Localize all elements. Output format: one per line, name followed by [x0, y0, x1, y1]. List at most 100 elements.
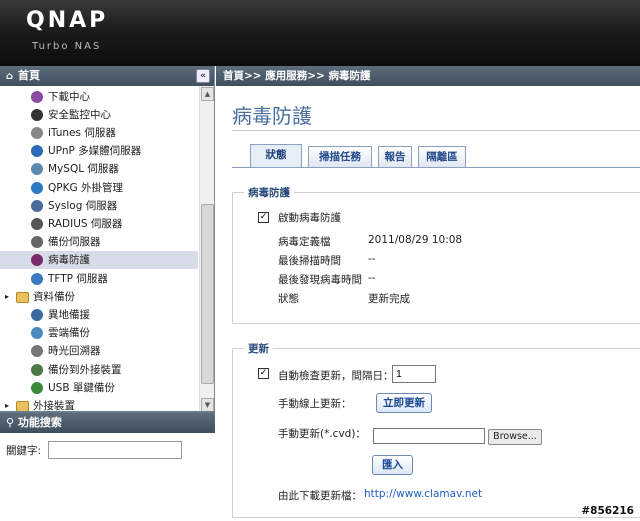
breadcrumb: 首頁>> 應用服務>> 病毒防護 — [216, 66, 640, 86]
sidebar-item[interactable]: 安全監控中心 — [0, 106, 198, 124]
sidebar-item[interactable]: 時光回溯器 — [0, 342, 198, 360]
sidebar-item-label: 安全監控中心 — [48, 108, 111, 121]
expand-arrow-icon[interactable]: ▸ — [5, 288, 9, 306]
sidebar-item[interactable]: 備份伺服器 — [0, 233, 198, 251]
download-label: 由此下載更新檔： — [278, 490, 362, 502]
sidebar-item[interactable]: 異地備援 — [0, 306, 198, 324]
sidebar-item-label: iTunes 伺服器 — [48, 126, 116, 139]
folder-icon — [16, 291, 29, 303]
sidebar-item[interactable]: UPnP 多媒體伺服器 — [0, 142, 198, 160]
sidebar-item[interactable]: 備份到外接裝置 — [0, 361, 198, 379]
upnp-icon — [31, 145, 43, 158]
sidebar-item-label: UPnP 多媒體伺服器 — [48, 145, 142, 158]
sidebar-item[interactable]: 雲端備份 — [0, 324, 198, 342]
manual-update-label: 手動更新(*.cvd)： — [278, 428, 366, 440]
collapse-panel-button[interactable]: « — [196, 69, 210, 83]
sidebar-item-label: 下載中心 — [48, 90, 90, 103]
update-legend: 更新 — [244, 341, 273, 356]
search-header-label: 功能搜索 — [17, 416, 62, 429]
function-search-panel: ⚲ 功能搜索 關鍵字: — [0, 411, 215, 521]
mysql-icon — [31, 163, 43, 176]
sidebar-item-label: 備份伺服器 — [48, 236, 101, 249]
last-scan-value: -- — [368, 253, 376, 265]
sidebar-item[interactable]: ▸ 資料備份 — [0, 288, 198, 306]
online-update-label: 手動線上更新： — [278, 398, 352, 410]
sidebar-item-label: RADIUS 伺服器 — [48, 217, 123, 230]
sidebar-item[interactable]: USB 單鍵備份 — [0, 379, 198, 397]
sidebar-item[interactable]: TFTP 伺服器 — [0, 270, 198, 288]
search-header: ⚲ 功能搜索 — [0, 413, 215, 433]
main-content: 病毒防護 狀態 掃描任務 報告 隔離區 病毒防護 ✓ 啟動病毒防護 病毒定義檔 … — [216, 86, 640, 521]
scroll-thumb[interactable] — [201, 204, 214, 384]
sidebar-item[interactable]: RADIUS 伺服器 — [0, 215, 198, 233]
update-interval-input[interactable] — [392, 365, 436, 383]
search-icon: ⚲ — [6, 416, 15, 429]
clamav-link[interactable]: http://www.clamav.net — [364, 488, 482, 500]
tree-header-label: 首頁 — [18, 69, 40, 82]
home-icon: ⌂ — [6, 71, 14, 82]
sidebar-item[interactable]: iTunes 伺服器 — [0, 124, 198, 142]
turbo-nas-label: Turbo NAS — [32, 41, 102, 52]
sidebar-item-label: 時光回溯器 — [48, 345, 101, 358]
tftp-icon — [31, 272, 43, 285]
remote-replication-icon — [31, 308, 43, 321]
auto-update-label: 自動檢查更新，間隔日： — [278, 370, 394, 382]
scroll-down-arrow-icon[interactable]: ▼ — [201, 398, 214, 412]
last-infection-value: -- — [368, 272, 376, 284]
sidebar-item[interactable]: 病毒防護 — [0, 251, 198, 270]
usb-backup-icon — [31, 381, 43, 394]
sidebar-item-label: USB 單鍵備份 — [48, 381, 115, 394]
sidebar-item[interactable]: 下載中心 — [0, 88, 198, 106]
sidebar-item-label: MySQL 伺服器 — [48, 163, 119, 176]
update-now-button[interactable]: 立即更新 — [376, 393, 432, 413]
external-backup-icon — [31, 363, 43, 376]
page-title: 病毒防護 — [232, 104, 312, 128]
sidebar-item[interactable]: MySQL 伺服器 — [0, 160, 198, 178]
qpkg-icon — [31, 181, 43, 194]
keyword-label: 關鍵字: — [6, 445, 42, 457]
virus-definition-label: 病毒定義檔 — [278, 236, 331, 248]
state-value: 更新完成 — [368, 293, 410, 305]
tab-divider — [232, 167, 640, 168]
antivirus-icon — [31, 254, 43, 267]
sidebar-item[interactable]: Syslog 伺服器 — [0, 197, 198, 215]
last-infection-label: 最後發現病毒時間 — [278, 274, 362, 286]
title-divider — [232, 130, 640, 131]
sidebar-item-label: TFTP 伺服器 — [48, 272, 108, 285]
sidebar-item-label: 異地備援 — [48, 308, 90, 321]
tab-status[interactable]: 狀態 — [250, 144, 302, 168]
sidebar-item-label: QPKG 外掛管理 — [48, 181, 123, 194]
tab-reports[interactable]: 報告 — [378, 146, 412, 168]
sidebar-item-label: Syslog 伺服器 — [48, 199, 118, 212]
backup-server-icon — [31, 236, 43, 249]
sidebar-item[interactable]: QPKG 外掛管理 — [0, 179, 198, 197]
update-file-input[interactable] — [373, 428, 485, 444]
surveillance-icon — [31, 108, 43, 121]
status-legend: 病毒防護 — [244, 185, 294, 200]
sidebar-item-label: 備份到外接裝置 — [48, 363, 122, 376]
watermark: #856216 — [581, 505, 634, 517]
tree-header: ⌂ 首頁 « — [0, 66, 214, 86]
tab-scan-tasks[interactable]: 掃描任務 — [308, 146, 372, 168]
cloud-backup-icon — [31, 327, 43, 340]
tab-quarantine[interactable]: 隔離區 — [418, 146, 466, 168]
import-button[interactable]: 匯入 — [372, 455, 413, 475]
sidebar-item-label: 資料備份 — [33, 290, 75, 303]
enable-antivirus-checkbox[interactable]: ✓ — [258, 212, 269, 223]
syslog-icon — [31, 199, 43, 212]
virus-definition-value: 2011/08/29 10:08 — [368, 234, 463, 246]
nav-tree: 下載中心安全監控中心 iTunes 伺服器 UPnP 多媒體伺服器 MySQL 伺服器… — [0, 86, 198, 413]
sidebar-item-label: 病毒防護 — [48, 254, 90, 267]
scroll-up-arrow-icon[interactable]: ▲ — [201, 87, 214, 101]
left-panel: ⌂ 首頁 « 下載中心安全監控中心 iTunes 伺服器 UPnP 多媒體伺服器 MyS… — [0, 66, 215, 521]
app-header: QNAP Turbo NAS — [0, 0, 640, 66]
download-center-icon — [31, 90, 43, 103]
auto-update-checkbox[interactable]: ✓ — [258, 368, 269, 379]
tree-scrollbar[interactable]: ▲ ▼ — [199, 86, 214, 413]
keyword-input[interactable] — [48, 441, 182, 459]
itunes-icon — [31, 126, 43, 139]
qnap-logo: QNAP — [26, 8, 109, 33]
time-machine-icon — [31, 345, 43, 358]
browse-button[interactable]: Browse... — [488, 429, 542, 445]
sidebar-item-label: 雲端備份 — [48, 327, 90, 340]
